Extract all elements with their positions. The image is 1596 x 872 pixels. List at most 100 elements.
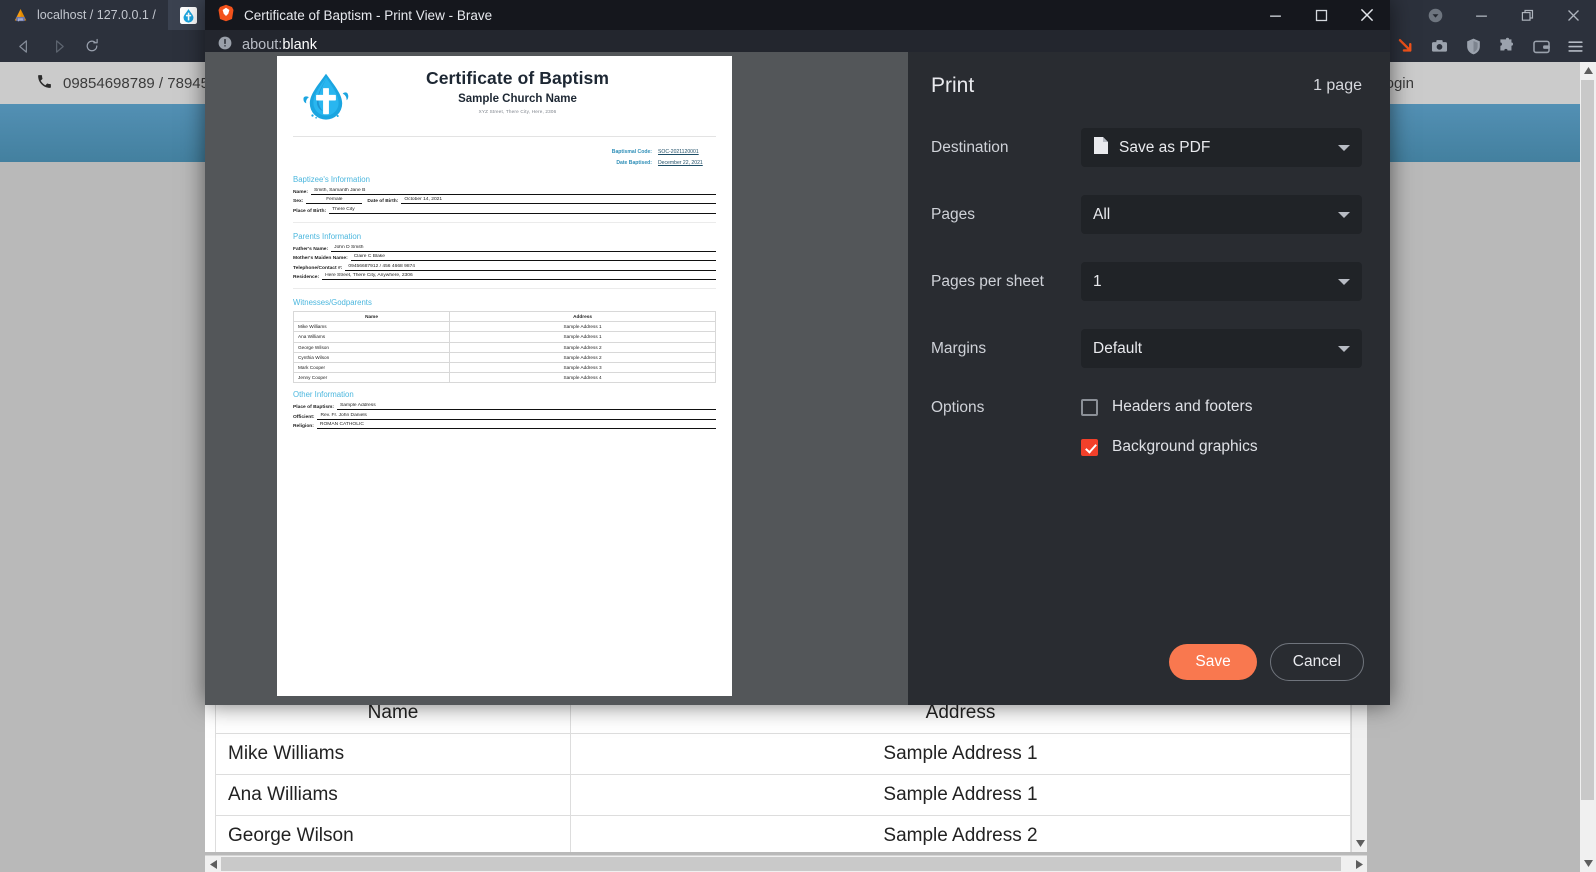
pages-per-sheet-value: 1	[1093, 272, 1102, 290]
scroll-right-arrow[interactable]	[1351, 856, 1367, 872]
restore-icon[interactable]	[1504, 0, 1550, 30]
headers-footers-label: Headers and footers	[1112, 398, 1253, 415]
table-row: George Wilson Sample Address 2	[215, 815, 1351, 852]
save-button[interactable]: Save	[1169, 644, 1257, 680]
table-row: Ana Williams Sample Address 1	[215, 774, 1351, 816]
background-graphics-option[interactable]: Background graphics	[1081, 438, 1362, 456]
page-horizontal-scrollbar[interactable]	[205, 855, 1367, 872]
field-value: 09456687912 / 456 4668 9874	[345, 264, 716, 271]
field-label: Religion:	[293, 424, 314, 430]
print-window-controls	[1252, 0, 1390, 30]
chevron-down-icon	[1338, 345, 1350, 352]
close-icon[interactable]	[1344, 0, 1390, 30]
cell-address: Sample Address 4	[449, 372, 716, 384]
headers-and-footers-option[interactable]: Headers and footers	[1081, 398, 1362, 416]
baptism-drop-icon	[179, 6, 197, 24]
background-graphics-checkbox[interactable]	[1081, 438, 1098, 456]
print-preview-pane: Certificate of Baptism Sample Church Nam…	[205, 52, 908, 705]
pages-per-sheet-select[interactable]: 1	[1081, 262, 1362, 301]
cert-field-telephone: Telephone/Contact #: 09456687912 / 456 4…	[293, 264, 716, 271]
headers-footers-checkbox[interactable]	[1081, 398, 1098, 416]
pages-value: All	[1093, 205, 1111, 223]
puzzle-extensions-icon[interactable]	[1492, 32, 1522, 60]
table-row: Mark Cooper Sample Address 3	[292, 361, 716, 374]
browser-vertical-scrollbar[interactable]	[1580, 62, 1596, 872]
print-window-title: Certificate of Baptism - Print View - Br…	[244, 7, 493, 23]
margins-row: Margins Default	[908, 329, 1390, 368]
table-row: George Wilson Sample Address 2	[292, 341, 716, 353]
certificate-codes: Baptismal Code: SOC-2021120001 Date Bapt…	[293, 149, 716, 166]
scroll-left-arrow[interactable]	[205, 856, 221, 872]
camera-icon[interactable]	[1424, 32, 1454, 60]
cell-address: Sample Address 1	[449, 331, 716, 343]
destination-select[interactable]: Save as PDF	[1081, 128, 1362, 167]
cell-address: Sample Address 1	[570, 733, 1351, 775]
print-window-titlebar[interactable]: Certificate of Baptism - Print View - Br…	[205, 0, 1390, 30]
baptizee-section-title: Baptizee's Information	[293, 174, 370, 184]
field-label: Sex:	[293, 199, 304, 204]
url-path: blank	[282, 37, 317, 53]
preview-paper: Certificate of Baptism Sample Church Nam…	[277, 56, 732, 696]
chevron-down-icon	[1338, 144, 1350, 151]
wallet-icon[interactable]	[1526, 32, 1556, 60]
scroll-down-arrow[interactable]	[1352, 835, 1367, 852]
url-text: about:blank	[242, 37, 317, 53]
hscrollbar-thumb[interactable]	[221, 857, 1341, 871]
forward-arrow-icon[interactable]	[42, 32, 74, 60]
print-header: Print 1 page	[908, 52, 1390, 98]
close-icon[interactable]	[1550, 0, 1596, 30]
field-value: Female	[306, 197, 363, 204]
dropdown-circle-icon[interactable]	[1412, 0, 1458, 30]
cell-name: George Wilson	[215, 815, 571, 852]
screen-root: 09854698789 / 789456 Admin login	[0, 0, 1596, 872]
hamburger-menu-icon[interactable]	[1560, 32, 1590, 60]
field-value: Sample Address	[337, 403, 716, 411]
certificate-title: Certificate of Baptism	[425, 68, 610, 88]
date-baptised-value: December 22, 2021	[658, 159, 703, 166]
cell-address: Sample Address 3	[449, 361, 716, 374]
cell-name: Mark Cooper	[292, 361, 451, 374]
orange-arrow-icon[interactable]	[1390, 32, 1420, 60]
pages-select[interactable]: All	[1081, 195, 1362, 234]
cert-field-name: Name: Smith, Samanth Jane B	[293, 188, 716, 195]
header-divider	[293, 136, 716, 137]
pages-label: Pages	[931, 205, 975, 223]
cert-field-residence: Residence: Here Street, There City, Anyw…	[293, 273, 716, 280]
reload-icon[interactable]	[76, 32, 108, 60]
margins-label: Margins	[931, 339, 987, 357]
certificate-witness-table: Name Address Mike Williams Sample Address…	[292, 310, 716, 384]
options-row: Options Headers and footers Background g…	[908, 398, 1390, 456]
field-label: Name:	[293, 189, 308, 195]
maximize-icon[interactable]	[1298, 0, 1344, 30]
other-section-title: Other Information	[293, 390, 354, 400]
margins-select[interactable]: Default	[1081, 329, 1362, 368]
field-label: Mother's Maiden Name:	[293, 256, 348, 261]
certificate-header: Certificate of Baptism Sample Church Nam…	[293, 68, 716, 125]
minimize-icon[interactable]	[1252, 0, 1298, 30]
field-value: Claire C Blake	[350, 254, 716, 261]
print-settings-sidebar: Print 1 page Destination Save as PDF Pag…	[908, 52, 1390, 705]
minimize-icon[interactable]	[1458, 0, 1504, 30]
date-baptised-label: Date Baptised:	[616, 159, 652, 166]
back-arrow-icon[interactable]	[8, 32, 40, 60]
certificate-titles: Certificate of Baptism Sample Church Nam…	[353, 68, 716, 114]
baptismal-code-value: SOC-2021120001	[658, 149, 699, 155]
cert-field-religion: Religion: ROMAN CATHOLIC	[293, 422, 716, 430]
tab-1-label: localhost / 127.0.0.1 /	[37, 8, 156, 22]
background-graphics-label: Background graphics	[1112, 438, 1258, 455]
print-heading: Print	[931, 74, 975, 97]
cancel-button[interactable]: Cancel	[1269, 643, 1364, 681]
browser-scroll-up-arrow[interactable]	[1580, 62, 1596, 79]
baptismal-code-label: Baptismal Code:	[611, 149, 652, 155]
shield-icon[interactable]	[1458, 32, 1488, 60]
browser-scroll-down-arrow[interactable]	[1580, 855, 1596, 872]
browser-scrollbar-thumb[interactable]	[1581, 80, 1594, 800]
certificate-witness-tbody: Mike Williams Sample Address 1 Ana Willia…	[292, 321, 716, 384]
table-header-row: Name Address	[292, 310, 716, 323]
field-label: Telephone/Contact #:	[293, 265, 343, 271]
certificate-document: Certificate of Baptism Sample Church Nam…	[277, 56, 732, 696]
col-name: Name	[292, 310, 451, 323]
cert-field-officient: Officient: Rev. Fr. John Daniels	[293, 413, 716, 420]
browser-tab-1[interactable]: pm localhost / 127.0.0.1 /	[0, 0, 168, 30]
cell-name: George Wilson	[292, 341, 451, 353]
